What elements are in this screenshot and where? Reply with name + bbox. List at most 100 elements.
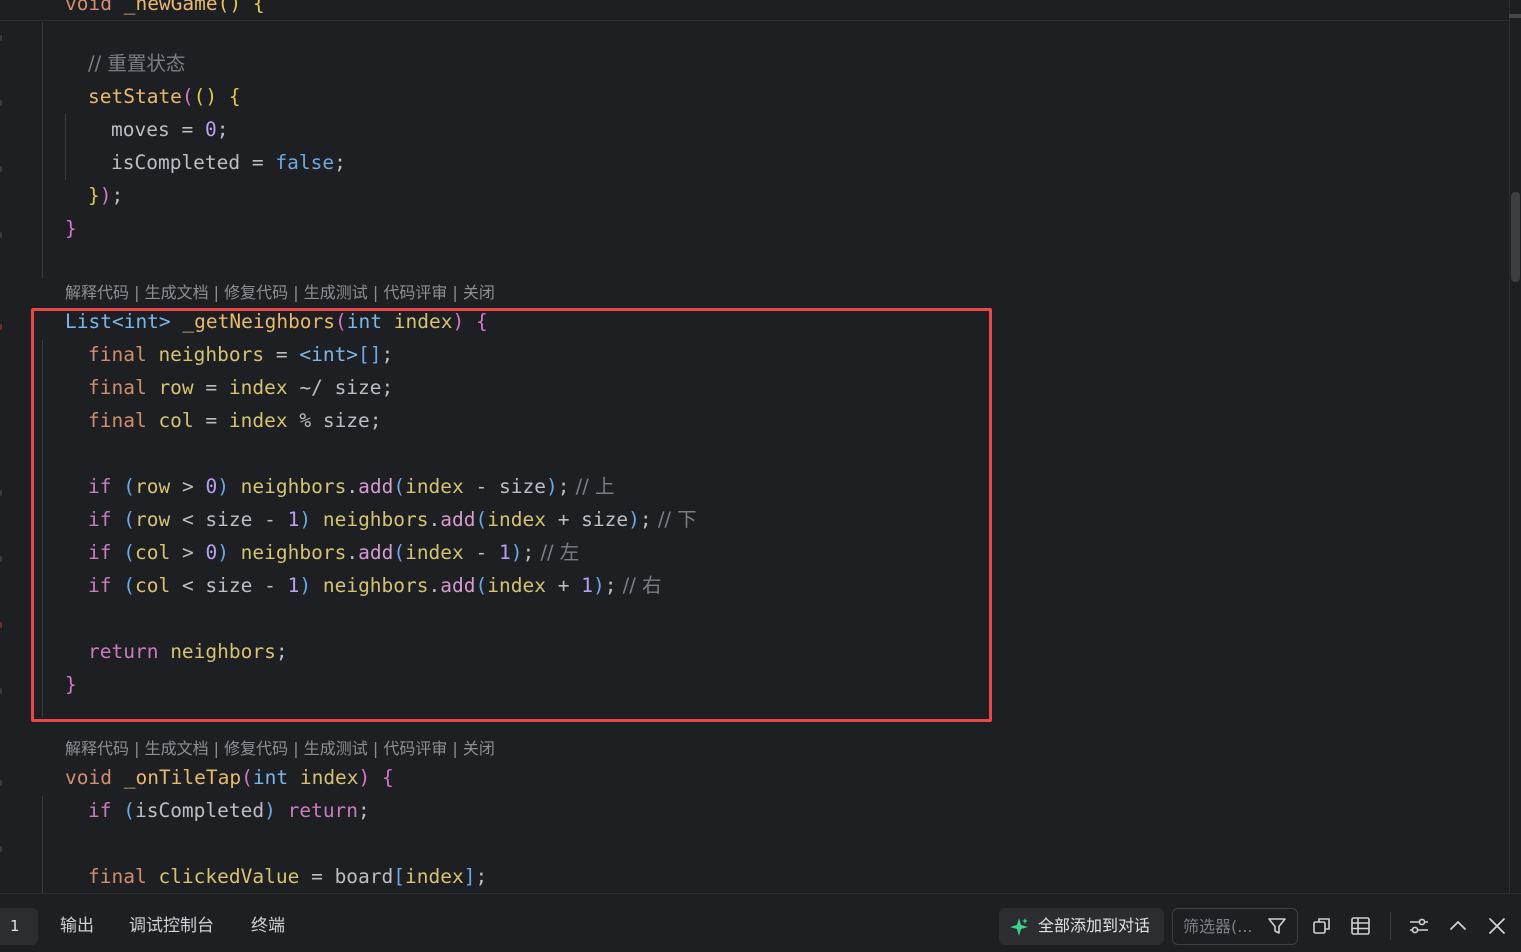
copy-icon[interactable] — [1310, 914, 1334, 938]
code-line[interactable]: setState(() { — [88, 80, 241, 113]
code-token: void — [65, 766, 112, 789]
code-token: } — [65, 217, 77, 240]
code-token: int — [252, 766, 289, 789]
code-token: return — [275, 799, 359, 822]
sparkle-icon — [1010, 918, 1028, 936]
code-token: board — [334, 865, 394, 888]
gutter-marker — [0, 232, 2, 238]
code-token: _newGame — [111, 0, 218, 15]
code-token: () — [217, 0, 242, 15]
code-lens-review[interactable]: 代码评审 — [383, 283, 447, 302]
code-line[interactable]: final clickedValue = board[index]; — [88, 860, 487, 893]
code-token: index — [288, 766, 359, 789]
filter-placeholder: 筛选器(... — [1183, 917, 1253, 936]
code-token: ) — [358, 766, 371, 789]
code-token: _onTileTap — [111, 766, 242, 789]
tab-terminal[interactable]: 终端 — [251, 912, 285, 940]
gutter-marker — [0, 490, 2, 496]
code-line[interactable]: } — [65, 212, 77, 245]
code-lens-separator: | — [288, 283, 304, 302]
code-lens-bar: 解释代码 | 生成文档 | 修复代码 | 生成测试 | 代码评审 | 关闭 — [65, 281, 495, 305]
code-line[interactable]: // 重置状态 — [88, 47, 185, 80]
code-token: setState — [88, 85, 182, 108]
filter-input[interactable]: 筛选器(... — [1172, 908, 1298, 945]
sticky-scroll-divider — [0, 20, 1509, 21]
code-lens-review[interactable]: 代码评审 — [383, 739, 447, 758]
code-lens-docs[interactable]: 生成文档 — [145, 739, 209, 758]
code-lens-close[interactable]: 关闭 — [463, 283, 495, 302]
code-token: if — [88, 799, 112, 822]
code-token: ; — [216, 118, 229, 141]
gutter-marker — [0, 846, 2, 852]
code-line[interactable]: void _newGame() { — [65, 0, 265, 20]
code-token: false — [275, 151, 335, 174]
code-token: void — [65, 0, 112, 15]
code-line[interactable]: moves = 0; — [111, 113, 228, 146]
code-token: { — [217, 85, 241, 108]
code-token: ( — [241, 766, 253, 789]
code-token: ] — [463, 865, 476, 888]
toolbar-divider — [1390, 912, 1391, 940]
code-lens-test[interactable]: 生成测试 — [304, 283, 368, 302]
add-all-label: 全部添加到对话 — [1038, 916, 1151, 935]
gutter-marker — [0, 622, 2, 628]
code-line[interactable]: void _onTileTap(int index) { — [65, 761, 394, 794]
close-icon[interactable] — [1485, 914, 1509, 938]
indent-guide — [42, 22, 43, 278]
settings-sliders-icon[interactable] — [1407, 914, 1431, 938]
code-lens-separator: | — [447, 283, 463, 302]
gutter-marker — [0, 556, 2, 562]
chevron-up-icon[interactable] — [1446, 914, 1470, 938]
code-token: 0 — [204, 118, 217, 141]
gutter-marker — [0, 688, 2, 694]
code-lens-explain[interactable]: 解释代码 — [65, 283, 129, 302]
code-token: index — [405, 865, 464, 888]
code-line[interactable]: if (isCompleted) return; — [88, 794, 370, 827]
filter-icon[interactable] — [1267, 916, 1287, 936]
code-lens-fix[interactable]: 修复代码 — [224, 283, 288, 302]
code-line[interactable]: }); — [88, 179, 123, 212]
code-comment: // 重置状态 — [88, 52, 186, 75]
code-token: { — [370, 766, 394, 789]
highlight-box — [31, 308, 992, 722]
code-token: { — [241, 0, 265, 15]
code-token: } — [88, 184, 100, 207]
code-lens-docs[interactable]: 生成文档 — [145, 283, 209, 302]
code-token: ) — [99, 184, 112, 207]
code-lens-separator: | — [367, 739, 384, 758]
code-token: ) — [264, 799, 276, 822]
tab-output[interactable]: 输出 — [60, 912, 94, 940]
gutter-marker — [0, 166, 2, 172]
code-token: () — [193, 85, 218, 108]
code-line[interactable]: isCompleted = false; — [111, 146, 346, 179]
code-lens-close[interactable]: 关闭 — [463, 739, 495, 758]
code-token: ( — [111, 799, 135, 822]
scrollbar-thumb[interactable] — [1511, 192, 1520, 282]
code-token: isCompleted — [111, 151, 241, 174]
code-lens-separator: | — [129, 283, 145, 302]
add-all-to-chat-button[interactable]: 全部添加到对话 — [999, 908, 1164, 945]
code-lens-separator: | — [447, 739, 463, 758]
code-token: = — [299, 865, 335, 888]
code-lens-fix[interactable]: 修复代码 — [224, 739, 288, 758]
code-lens-explain[interactable]: 解释代码 — [65, 739, 129, 758]
gutter-marker — [0, 780, 2, 786]
scrollbar-marker — [1509, 14, 1521, 18]
code-lens-separator: | — [208, 739, 225, 758]
code-token: clickedValue — [146, 865, 300, 888]
code-lens-bar: 解释代码 | 生成文档 | 修复代码 | 生成测试 | 代码评审 | 关闭 — [65, 737, 495, 761]
code-lens-test[interactable]: 生成测试 — [304, 739, 368, 758]
code-token: ; — [475, 865, 488, 888]
code-token: = — [240, 151, 276, 174]
vertical-scrollbar[interactable] — [1509, 0, 1521, 893]
code-editor[interactable]: void _newGame() { // 重置状态 setState(() { … — [0, 0, 1509, 893]
tab-debug-console[interactable]: 调试控制台 — [129, 912, 214, 940]
table-view-icon[interactable] — [1349, 914, 1373, 938]
code-token: final — [88, 865, 147, 888]
code-token: ; — [111, 184, 124, 207]
code-token: ; — [358, 799, 370, 822]
code-token: ; — [334, 151, 346, 174]
problems-count-badge: 1 — [10, 917, 20, 935]
tab-problems[interactable]: 1 — [0, 908, 38, 945]
code-token: moves — [111, 118, 170, 141]
